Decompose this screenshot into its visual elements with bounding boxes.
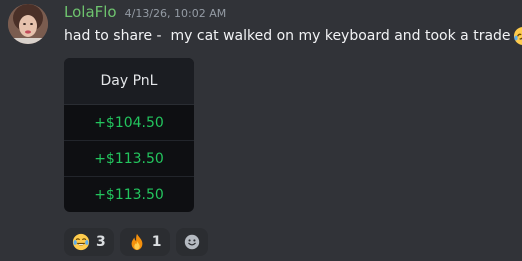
add-reaction-button[interactable] — [175, 228, 208, 256]
pnl-table-row: +$113.50 — [64, 141, 194, 177]
timestamp[interactable]: 4/13/26, 10:02 AM — [125, 7, 227, 20]
reaction-joy[interactable]: 3 — [64, 228, 114, 256]
chat-message: LolaFlo 4/13/26, 10:02 AM had to share -… — [0, 0, 522, 261]
fire-icon — [131, 233, 143, 251]
joy-icon — [72, 233, 90, 251]
reaction-fire[interactable]: 1 — [119, 228, 170, 256]
avatar-image — [8, 4, 48, 44]
pnl-table-row: +$113.50 — [94, 186, 164, 203]
reaction-bar: 3 1 — [64, 228, 208, 256]
message-header: LolaFlo 4/13/26, 10:02 AM — [64, 3, 226, 23]
pnl-attachment-image[interactable]: Day PnL +$104.50 +$113.50 +$113.50 — [64, 58, 194, 212]
reaction-count: 3 — [96, 234, 106, 250]
reaction-count: 1 — [151, 234, 162, 250]
pnl-table-row: +$104.50 — [64, 105, 194, 141]
avatar[interactable] — [8, 4, 48, 44]
pnl-table-header: Day PnL — [64, 58, 194, 105]
rolling-on-floor-laughing-icon — [513, 27, 522, 45]
message-text: had to share - my cat walked on my keybo… — [64, 28, 511, 44]
message-content: had to share - my cat walked on my keybo… — [64, 26, 522, 46]
username[interactable]: LolaFlo — [64, 3, 117, 21]
add-reaction-icon — [184, 234, 199, 250]
